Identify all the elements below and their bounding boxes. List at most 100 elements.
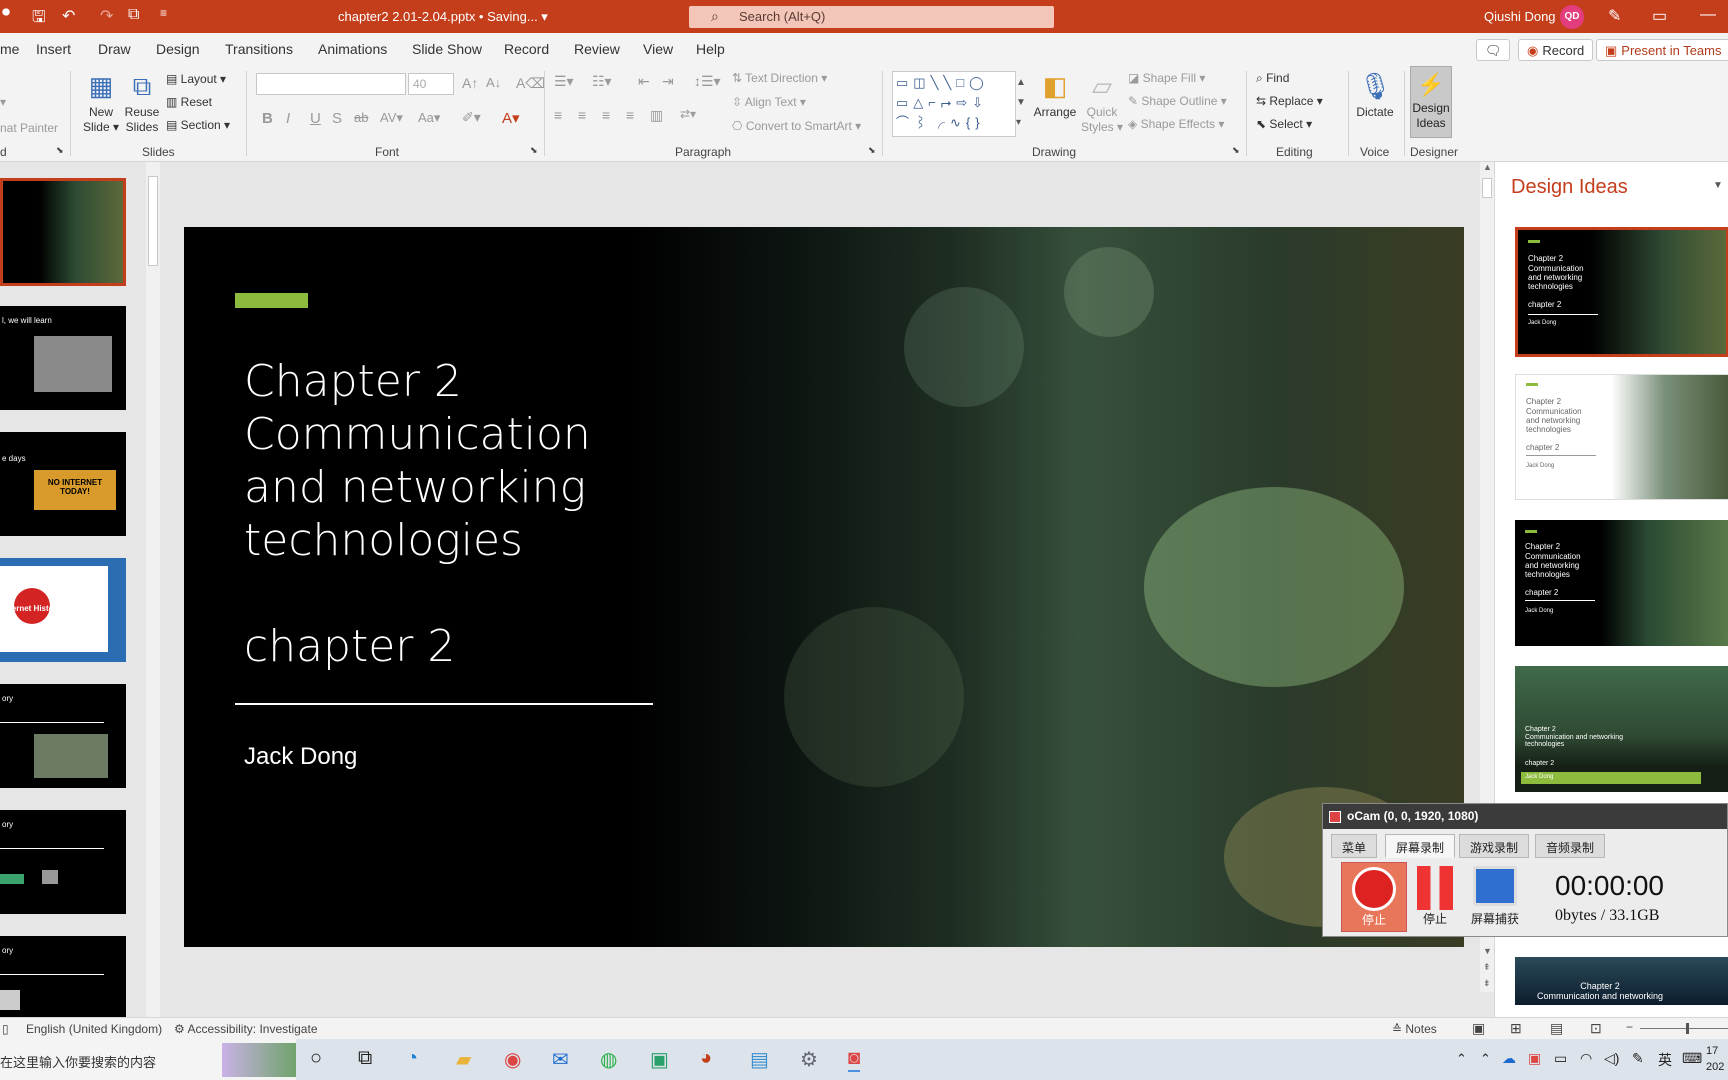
search-box[interactable]: ⌕ Search (Alt+Q)	[689, 6, 1054, 28]
layout-button[interactable]: ▤ Layout ▾	[166, 72, 226, 86]
tab-record[interactable]: Record	[504, 41, 549, 57]
user-name[interactable]: Qiushi Dong	[1484, 9, 1556, 24]
slide-sorter-icon[interactable]: ⊞	[1510, 1020, 1522, 1037]
shapes-gallery[interactable]: ▭◫╲╲□◯ ▭△⌐⮣⇨⇩ ⌒⌇╭∿{}	[892, 71, 1016, 137]
font-name-box[interactable]	[256, 73, 406, 95]
chrome-icon[interactable]: ◉	[504, 1047, 521, 1072]
bold-icon[interactable]: B	[262, 110, 273, 127]
design-ideas-button[interactable]: ⚡ Design Ideas	[1410, 66, 1452, 138]
decrease-indent-icon[interactable]: ⇤	[638, 73, 650, 90]
ribbon-display-icon[interactable]: ▭	[1652, 6, 1667, 26]
thumbnail-slide-7[interactable]: ory	[0, 936, 126, 1017]
dictate-button[interactable]: 🎙 Dictate	[1352, 69, 1398, 120]
thumbnail-slide-1[interactable]	[0, 178, 126, 286]
italic-icon[interactable]: I	[286, 110, 290, 127]
normal-view-icon[interactable]: ▣	[1472, 1020, 1485, 1037]
font-size-box[interactable]: 40	[408, 73, 454, 95]
align-text-button[interactable]: ⇳ Align Text ▾	[732, 95, 806, 109]
file-explorer-icon[interactable]: ▰	[456, 1047, 471, 1072]
ocam-stop-button[interactable]: 停止	[1341, 862, 1407, 932]
highlight-icon[interactable]: ✐▾	[462, 109, 481, 126]
section-button[interactable]: ▤ Section ▾	[166, 118, 230, 132]
undo-icon[interactable]: ↶	[62, 6, 75, 26]
ocam-taskbar-icon[interactable]: ◙	[848, 1047, 861, 1072]
battery-icon[interactable]: ▭	[1554, 1050, 1567, 1067]
zoom-out-icon[interactable]: −	[1626, 1020, 1633, 1034]
smartart-button[interactable]: ⎔ Convert to SmartArt ▾	[732, 119, 861, 133]
ocam-capture-button[interactable]: 屏幕捕获	[1467, 866, 1523, 930]
pane-options-icon[interactable]: ▼	[1713, 180, 1723, 191]
wifi-icon[interactable]: ◠	[1580, 1050, 1592, 1067]
select-button[interactable]: ⬉ Select ▾	[1256, 117, 1312, 131]
shadow-icon[interactable]: S	[332, 110, 342, 127]
slide-canvas[interactable]: Chapter 2 Communication and networking t…	[184, 227, 1464, 947]
ocam-title-bar[interactable]: oCam (0, 0, 1920, 1080)	[1323, 804, 1727, 829]
thumbnails-scrollbar[interactable]	[146, 162, 160, 1017]
justify-icon[interactable]: ≡	[626, 107, 634, 123]
columns-icon[interactable]: ▥	[650, 107, 663, 124]
format-painter-button[interactable]: nat Painter	[0, 121, 58, 135]
tab-view[interactable]: View	[643, 41, 673, 57]
avatar[interactable]: QD	[1560, 5, 1584, 29]
powerpoint-icon[interactable]: ◕	[700, 1047, 712, 1070]
tray-app-icon[interactable]: ▣	[1528, 1050, 1541, 1067]
save-icon[interactable]: 🖫	[32, 6, 46, 33]
slide-author[interactable]: Jack Dong	[244, 743, 357, 771]
slide-scroll-thumb[interactable]	[1482, 178, 1492, 198]
thumbnail-slide-4[interactable]: Internet History	[0, 558, 126, 662]
align-right-icon[interactable]: ≡	[602, 107, 610, 123]
taskbar-search-box[interactable]: 在这里输入你要搜索的内容	[0, 1039, 296, 1080]
input-method-indicator[interactable]: 英	[1658, 1050, 1672, 1070]
clipboard-launcher-icon[interactable]: ⬊	[56, 145, 64, 156]
clear-formatting-icon[interactable]: A⌫	[516, 75, 545, 92]
language-status[interactable]: English (United Kingdom)	[26, 1022, 162, 1036]
comments-button[interactable]: 🗨	[1476, 39, 1510, 61]
line-spacing-icon[interactable]: ↕☰▾	[694, 73, 721, 90]
reuse-slides-button[interactable]: ⧉ Reuse Slides	[122, 69, 162, 135]
design-idea-4[interactable]: Chapter 2 Communication and networking t…	[1515, 666, 1728, 792]
wechat-icon[interactable]: ◍	[600, 1047, 617, 1072]
edge-icon[interactable]: ◔	[406, 1047, 418, 1070]
tab-transitions[interactable]: Transitions	[225, 41, 293, 57]
ocam-tab-menu[interactable]: 菜单	[1331, 834, 1378, 858]
show-hidden-icons[interactable]: ⌃	[1456, 1051, 1467, 1067]
ocam-tab-game-record[interactable]: 游戏录制	[1459, 834, 1530, 858]
ocam-tab-screen-record[interactable]: 屏幕录制	[1385, 834, 1456, 858]
design-idea-2[interactable]: Chapter 2 Communication and networking t…	[1515, 374, 1728, 500]
paragraph-launcher-icon[interactable]: ⬊	[868, 145, 876, 156]
tab-design[interactable]: Design	[156, 41, 200, 57]
tab-home[interactable]: me	[0, 41, 19, 57]
design-idea-3[interactable]: Chapter 2 Communication and networking t…	[1515, 520, 1728, 646]
tray-chevron-icon[interactable]: ⌃	[1480, 1051, 1491, 1067]
strikethrough-icon[interactable]: ab	[354, 110, 368, 125]
increase-font-icon[interactable]: A↑	[462, 75, 478, 91]
slide-title[interactable]: Chapter 2 Communication and networking t…	[244, 355, 674, 673]
shape-effects-button[interactable]: ◈ Shape Effects ▾	[1128, 117, 1224, 131]
clipboard-dropdown-icon[interactable]: ▾	[0, 95, 6, 109]
underline-icon[interactable]: U	[310, 110, 321, 127]
thumbnail-slide-2[interactable]: l, we will learn	[0, 306, 126, 410]
tab-slide-show[interactable]: Slide Show	[412, 41, 482, 57]
scroll-down-icon[interactable]: ▼	[1483, 946, 1492, 956]
present-from-start-icon[interactable]: ⧉	[128, 6, 139, 24]
pen-icon[interactable]: ✎	[1608, 6, 1621, 26]
thumbnail-slide-3[interactable]: e days NO INTERNET TODAY!	[0, 432, 126, 536]
shape-fill-button[interactable]: ◪ Shape Fill ▾	[1128, 71, 1205, 85]
ocam-pause-button[interactable]: 停止	[1415, 866, 1455, 930]
present-in-teams-button[interactable]: ▣ Present in Teams	[1596, 39, 1728, 61]
notes-button[interactable]: ≙ Notes	[1392, 1022, 1437, 1036]
align-center-icon[interactable]: ≡	[578, 107, 586, 123]
find-button[interactable]: ⌕ Find	[1256, 71, 1289, 86]
new-slide-button[interactable]: ▦ New Slide ▾	[80, 69, 122, 135]
thumbnails-scroll-thumb[interactable]	[148, 176, 158, 266]
paragraph-direction-icon[interactable]: ⇄▾	[680, 107, 696, 121]
reading-view-icon[interactable]: ▤	[1550, 1020, 1563, 1037]
tab-insert[interactable]: Insert	[36, 41, 71, 57]
accessibility-status[interactable]: ⚙ Accessibility: Investigate	[174, 1022, 318, 1036]
remote-desktop-icon[interactable]: ▤	[750, 1047, 769, 1072]
character-spacing-icon[interactable]: AV▾	[380, 110, 403, 126]
decrease-font-icon[interactable]: A↓	[486, 75, 501, 90]
design-idea-1[interactable]: Chapter 2 Communication and networking t…	[1515, 227, 1728, 357]
tab-draw[interactable]: Draw	[98, 41, 131, 57]
touch-keyboard-icon[interactable]: ⌨	[1682, 1050, 1702, 1067]
